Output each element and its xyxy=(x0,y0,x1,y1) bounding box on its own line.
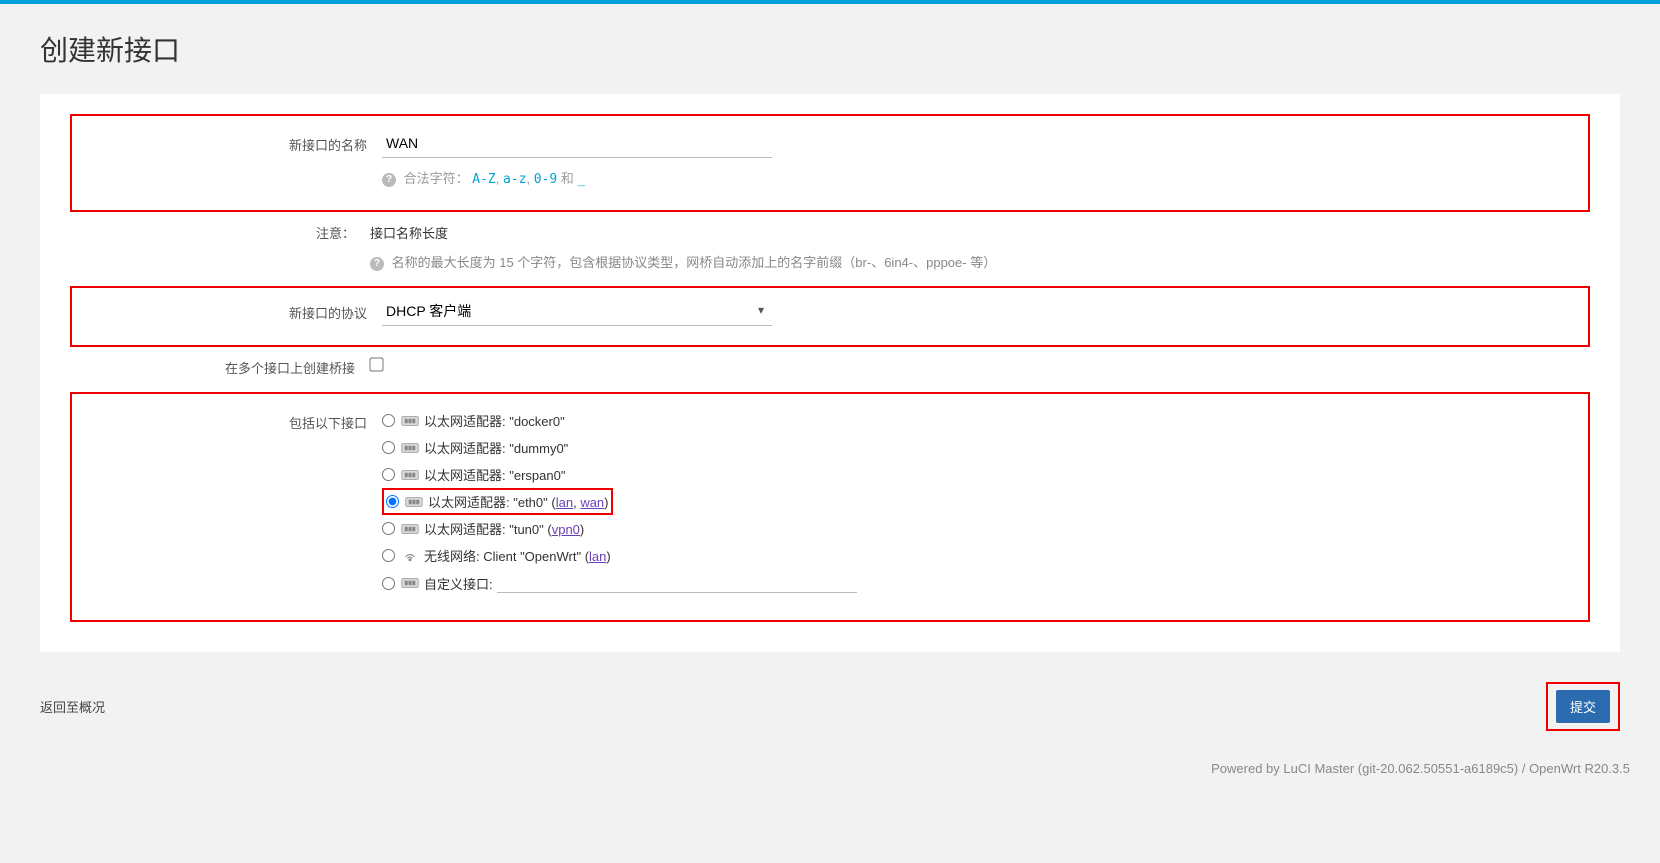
footer-row: 返回至概况 提交 xyxy=(40,682,1620,731)
zone-link[interactable]: lan xyxy=(556,495,573,510)
interfaces-section: 包括以下接口 以太网适配器: "docker0" 以太网适配器: "dummy0"… xyxy=(70,392,1590,622)
form-panel: 新接口的名称 ? 合法字符： A-Z, a-z, 0-9 和 _ 注意： 接口名… xyxy=(40,94,1620,652)
name-hint: ? 合法字符： A-Z, a-z, 0-9 和 _ xyxy=(382,168,772,187)
interface-text: 无线网络: Client "OpenWrt" (lan) xyxy=(424,546,611,565)
zone-link[interactable]: vpn0 xyxy=(552,522,580,537)
interface-row: 以太网适配器: "erspan0" xyxy=(382,461,857,488)
interfaces-label: 包括以下接口 xyxy=(82,407,382,432)
bridge-label: 在多个接口上创建桥接 xyxy=(70,352,370,377)
protocol-label: 新接口的协议 xyxy=(82,297,382,322)
ethernet-icon xyxy=(401,414,419,428)
interface-radio[interactable] xyxy=(382,522,395,535)
ethernet-icon xyxy=(401,522,419,536)
info-icon: ? xyxy=(370,257,384,271)
submit-highlight: 提交 xyxy=(1546,682,1620,731)
bridge-row: 在多个接口上创建桥接 xyxy=(70,347,1590,382)
ethernet-icon xyxy=(401,441,419,455)
interface-row: 无线网络: Client "OpenWrt" (lan) xyxy=(382,542,857,569)
interface-row: 以太网适配器: "dummy0" xyxy=(382,434,857,461)
powered-by: Powered by LuCI Master (git-20.062.50551… xyxy=(0,751,1660,801)
zone-link[interactable]: lan xyxy=(589,549,606,564)
ethernet-icon xyxy=(401,468,419,482)
protocol-select[interactable]: DHCP 客户端 xyxy=(382,297,772,326)
note-text: 接口名称长度 xyxy=(370,223,996,242)
note-label: 注意： xyxy=(70,217,370,242)
interface-row-custom: 自定义接口: xyxy=(382,569,857,597)
note-row: 注意： 接口名称长度 ? 名称的最大长度为 15 个字符，包含根据协议类型，网桥… xyxy=(70,212,1590,276)
interface-radio[interactable] xyxy=(382,414,395,427)
protocol-section: 新接口的协议 DHCP 客户端 xyxy=(70,286,1590,347)
name-label: 新接口的名称 xyxy=(82,129,382,154)
bridge-checkbox[interactable] xyxy=(369,357,383,371)
interface-text: 以太网适配器: "docker0" xyxy=(424,411,565,430)
name-section: 新接口的名称 ? 合法字符： A-Z, a-z, 0-9 和 _ xyxy=(70,114,1590,212)
interface-row: 以太网适配器: "tun0" (vpn0) xyxy=(382,515,857,542)
zone-link[interactable]: wan xyxy=(580,495,604,510)
wifi-icon xyxy=(401,549,419,563)
interface-text: 以太网适配器: "tun0" (vpn0) xyxy=(424,519,584,538)
custom-interface-label: 自定义接口: xyxy=(424,574,493,593)
interface-text: 以太网适配器: "eth0" (lan, wan) xyxy=(428,492,609,511)
back-link[interactable]: 返回至概况 xyxy=(40,697,105,716)
custom-interface-input[interactable] xyxy=(497,573,857,593)
interface-radio[interactable] xyxy=(382,577,395,590)
info-icon: ? xyxy=(382,173,396,187)
interface-radio[interactable] xyxy=(382,441,395,454)
interface-radio[interactable] xyxy=(382,468,395,481)
submit-button[interactable]: 提交 xyxy=(1556,690,1610,723)
page-title: 创建新接口 xyxy=(0,4,1660,94)
name-input[interactable] xyxy=(382,129,772,158)
ethernet-icon xyxy=(405,495,423,509)
interface-text: 以太网适配器: "erspan0" xyxy=(424,465,565,484)
note-hint: ? 名称的最大长度为 15 个字符，包含根据协议类型，网桥自动添加上的名字前缀（… xyxy=(370,252,996,271)
interface-radio[interactable] xyxy=(386,495,399,508)
interfaces-list: 以太网适配器: "docker0" 以太网适配器: "dummy0" 以太网适配器:… xyxy=(382,407,857,597)
interface-radio[interactable] xyxy=(382,549,395,562)
ethernet-icon xyxy=(401,576,419,590)
interface-row: 以太网适配器: "docker0" xyxy=(382,407,857,434)
interface-text: 以太网适配器: "dummy0" xyxy=(424,438,568,457)
interface-row: 以太网适配器: "eth0" (lan, wan) xyxy=(382,488,613,515)
